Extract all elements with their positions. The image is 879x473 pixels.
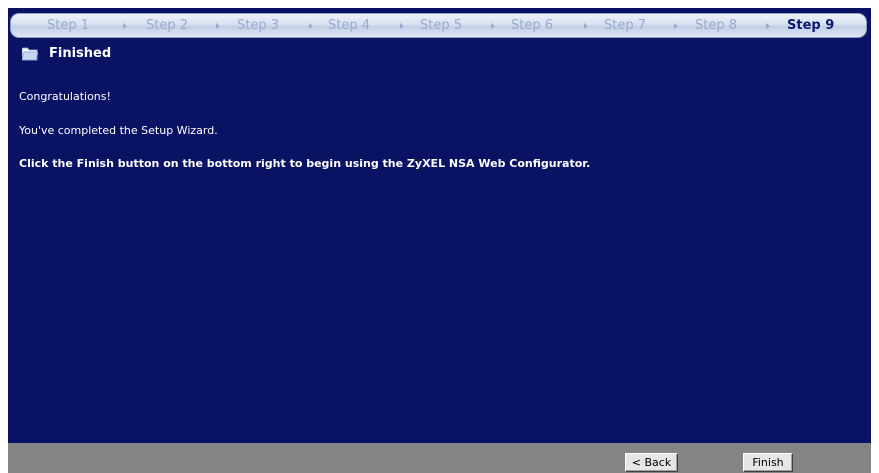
step-9-tab[interactable]: Step 9 <box>787 18 834 33</box>
step-navigation-bar: Step 1 Step 2 Step 3 Step 4 Step 5 Step … <box>10 13 867 38</box>
finish-button[interactable]: Finish <box>743 453 793 472</box>
page-title: Finished <box>49 46 112 61</box>
step-8-tab[interactable]: Step 8 <box>695 18 737 33</box>
step-arrow-icon <box>674 23 678 29</box>
step-1-tab[interactable]: Step 1 <box>47 18 89 33</box>
step-arrow-icon <box>309 23 313 29</box>
step-arrow-icon <box>216 23 220 29</box>
step-arrow-icon <box>491 23 495 29</box>
back-button[interactable]: < Back <box>625 453 678 472</box>
step-arrow-icon <box>766 23 770 29</box>
step-2-tab[interactable]: Step 2 <box>146 18 188 33</box>
instruction-text: Click the Finish button on the bottom ri… <box>19 157 591 170</box>
footer-bar <box>8 443 871 473</box>
folder-open-icon <box>22 47 38 61</box>
step-6-tab[interactable]: Step 6 <box>511 18 553 33</box>
step-7-tab[interactable]: Step 7 <box>604 18 646 33</box>
step-arrow-icon <box>400 23 404 29</box>
step-arrow-icon <box>123 23 127 29</box>
step-3-tab[interactable]: Step 3 <box>237 18 279 33</box>
wizard-panel <box>8 8 871 473</box>
step-arrow-icon <box>584 23 588 29</box>
step-5-tab[interactable]: Step 5 <box>420 18 462 33</box>
completion-text: You've completed the Setup Wizard. <box>19 124 218 137</box>
step-4-tab[interactable]: Step 4 <box>328 18 370 33</box>
congratulations-text: Congratulations! <box>19 90 111 103</box>
